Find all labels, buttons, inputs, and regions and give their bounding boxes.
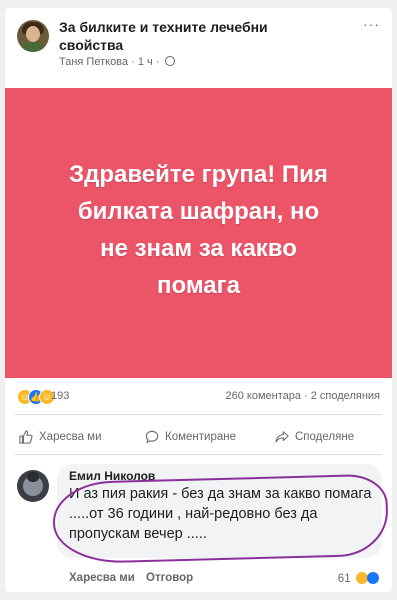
- share-icon: [275, 431, 289, 443]
- haha-icon: [355, 572, 368, 584]
- post-header: За билките и техните лечебни свойства Та…: [5, 8, 392, 88]
- comment-like-button[interactable]: Харесва ми: [69, 572, 135, 584]
- reaction-count[interactable]: 193: [51, 390, 69, 402]
- post-text-line: билката шафран, но: [77, 198, 320, 225]
- commenter-avatar[interactable]: [17, 470, 49, 502]
- globe-icon: [164, 56, 175, 66]
- post-meta: Таня Петкова · 1 ч ·: [59, 56, 175, 68]
- share-button[interactable]: Споделяне: [275, 430, 354, 444]
- post-time[interactable]: 1 ч: [138, 56, 153, 68]
- thumbs-up-icon: [19, 430, 33, 444]
- like-button[interactable]: Харесва ми: [19, 430, 102, 444]
- post-text-line: Здравейте група! Пия: [69, 161, 328, 188]
- author-name[interactable]: Таня Петкова: [59, 56, 128, 68]
- share-label: Споделяне: [295, 431, 355, 443]
- more-options-button[interactable]: ···: [363, 16, 380, 32]
- post-actions: Харесва ми Коментиране Споделяне: [5, 424, 392, 454]
- reactions-bar: ☺ 👍 ☺ 193 260 коментара · 2 споделяния: [5, 386, 392, 408]
- divider: [15, 414, 382, 415]
- comment-reply-button[interactable]: Отговор: [146, 572, 193, 584]
- author-avatar[interactable]: [17, 20, 49, 52]
- post-text-line: помага: [157, 272, 240, 299]
- like-label: Харесва ми: [39, 431, 102, 443]
- post-text-line: не знам за какво: [100, 235, 297, 262]
- like-icon: [367, 572, 379, 584]
- comment-icon: [145, 430, 159, 444]
- post-text: Здравейте група! Пия билката шафран, но …: [23, 156, 374, 304]
- hand-drawn-circle: [51, 473, 390, 565]
- post-background: Здравейте група! Пия билката шафран, но …: [5, 88, 392, 378]
- divider: [15, 454, 382, 455]
- comment-button[interactable]: Коментиране: [145, 430, 236, 444]
- comments-shares-count[interactable]: 260 коментара · 2 споделяния: [226, 390, 381, 402]
- comment-reaction-count: 61: [337, 573, 351, 585]
- group-title[interactable]: За билките и техните лечебни свойства: [59, 18, 319, 54]
- meta-separator-2: ·: [155, 56, 160, 68]
- post-card: За билките и техните лечебни свойства Та…: [5, 8, 392, 592]
- comment-reactions[interactable]: 61: [338, 572, 379, 585]
- meta-separator: ·: [131, 56, 135, 68]
- comment-label: Коментиране: [165, 431, 236, 443]
